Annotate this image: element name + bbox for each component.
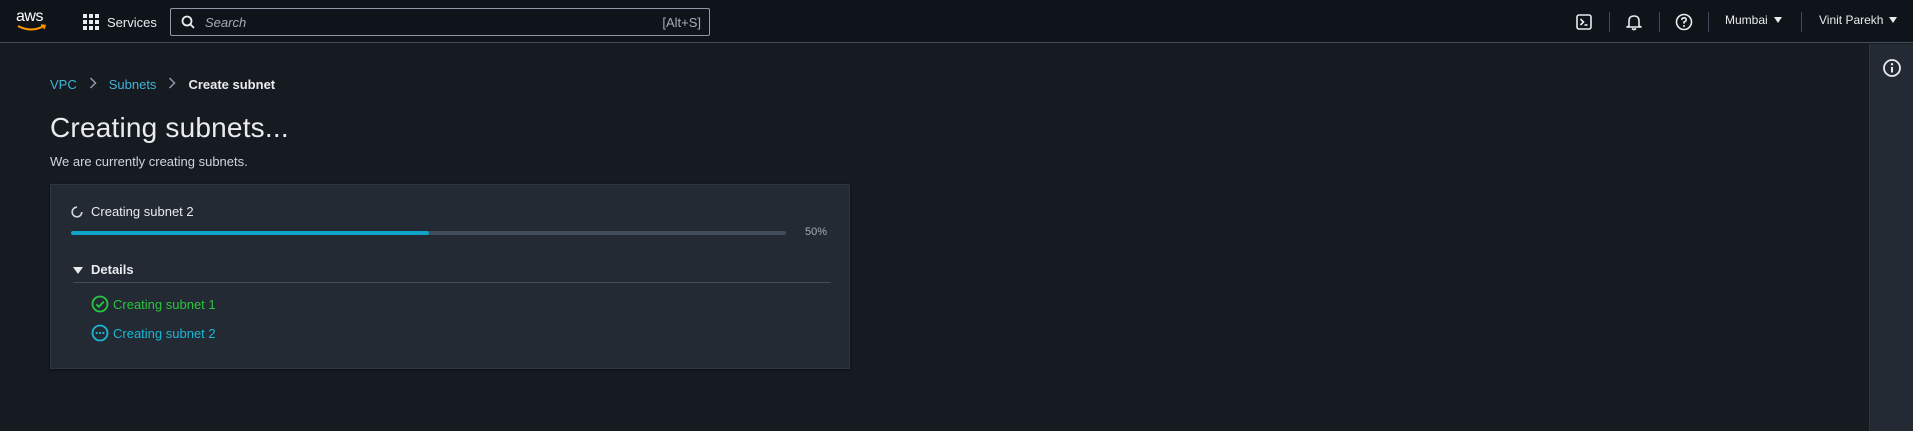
search-input[interactable]: [205, 14, 663, 30]
caret-down-icon: [73, 267, 83, 274]
nav-divider: [1801, 12, 1802, 32]
region-selector[interactable]: Mumbai: [1725, 13, 1782, 27]
region-label: Mumbai: [1725, 13, 1768, 27]
spinner-icon: [71, 205, 83, 218]
user-label: Vinit Parekh: [1819, 13, 1884, 27]
progress-status-text: Creating subnet 2: [91, 204, 194, 219]
status-success-icon: [91, 295, 109, 313]
nav-divider: [1609, 12, 1610, 32]
progress-status: Creating subnet 2: [71, 204, 194, 219]
nav-divider: [1708, 12, 1709, 32]
page-title: Creating subnets...: [50, 112, 289, 143]
nav-divider: [1659, 12, 1660, 32]
aws-smile-icon: [17, 24, 47, 31]
info-icon[interactable]: [1882, 58, 1902, 78]
help-icon[interactable]: [1674, 12, 1694, 32]
chevron-right-icon: [168, 76, 176, 92]
details-expander[interactable]: Details: [73, 262, 831, 283]
breadcrumb: VPC Subnets Create subnet: [50, 76, 275, 92]
chevron-right-icon: [89, 76, 97, 92]
services-menu-button[interactable]: Services: [83, 13, 157, 31]
services-grid-icon: [83, 14, 99, 30]
progress-percent: 50%: [805, 226, 828, 238]
services-label: Services: [107, 14, 157, 30]
details-label: Details: [91, 262, 134, 277]
cloudshell-icon[interactable]: [1574, 12, 1594, 32]
breadcrumb-current: Create subnet: [188, 76, 276, 92]
breadcrumb-vpc[interactable]: VPC: [50, 77, 77, 92]
top-navigation: aws Services [Alt+S]: [0, 0, 1913, 43]
search-icon: [181, 15, 195, 29]
detail-item-subnet-2: Creating subnet 2: [91, 324, 216, 342]
progress-bar-fill: [71, 231, 429, 235]
progress-card: Creating subnet 2 50% Details Creating s…: [50, 184, 850, 369]
tools-panel-rail: [1869, 44, 1913, 431]
user-menu[interactable]: Vinit Parekh: [1819, 13, 1898, 27]
caret-down-icon: [1773, 17, 1782, 23]
detail-item-label: Creating subnet 2: [113, 325, 216, 341]
page-description: We are currently creating subnets.: [50, 154, 248, 169]
breadcrumb-subnets[interactable]: Subnets: [109, 77, 157, 92]
aws-logo-text: aws: [16, 8, 43, 25]
detail-item-label: Creating subnet 1: [113, 296, 216, 312]
progress-bar: [71, 231, 786, 235]
search-box[interactable]: [Alt+S]: [170, 8, 710, 36]
search-shortcut-hint: [Alt+S]: [662, 14, 701, 30]
detail-item-subnet-1: Creating subnet 1: [91, 295, 216, 313]
aws-logo[interactable]: aws: [16, 9, 50, 33]
status-in-progress-icon: [91, 324, 109, 342]
caret-down-icon: [1889, 17, 1898, 23]
notifications-icon[interactable]: [1624, 12, 1644, 32]
